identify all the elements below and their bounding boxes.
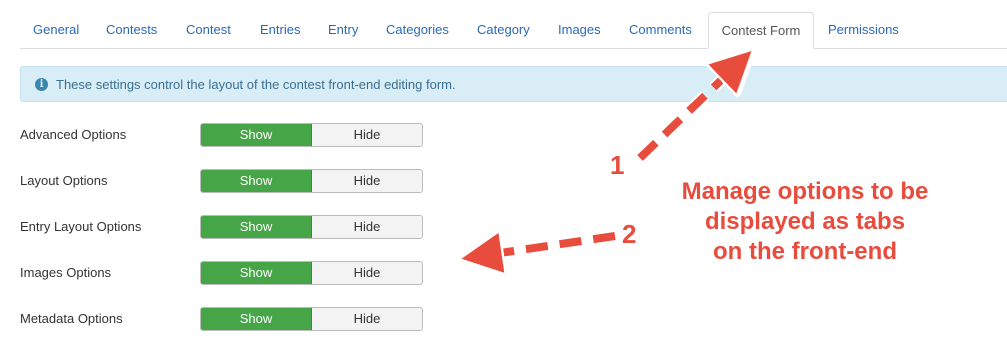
annotation-marker-1: 1 [610, 150, 625, 180]
option-row-images: Images Options Show Hide [20, 261, 440, 285]
tab-entry[interactable]: Entry [328, 12, 358, 48]
tab-contest[interactable]: Contest [186, 12, 231, 48]
callout-line-2: displayed as tabs [704, 208, 906, 235]
hide-button[interactable]: Hide [312, 216, 422, 238]
show-hide-toggle: Show Hide [200, 169, 423, 193]
option-label: Metadata Options [20, 311, 123, 326]
info-icon: i [35, 78, 48, 91]
option-row-advanced: Advanced Options Show Hide [20, 123, 440, 147]
tab-bar: General Contests Contest Entries Entry C… [20, 12, 1007, 49]
alert-text: These settings control the layout of the… [56, 77, 456, 92]
option-label: Images Options [20, 265, 112, 280]
tab-entries[interactable]: Entries [260, 12, 300, 48]
option-label: Entry Layout Options [20, 219, 142, 234]
show-button[interactable]: Show [201, 124, 312, 146]
annotation-marker-2: 2 [622, 219, 637, 249]
tab-images[interactable]: Images [558, 12, 601, 48]
hide-button[interactable]: Hide [312, 262, 422, 284]
hide-button[interactable]: Hide [312, 308, 422, 330]
tab-contests[interactable]: Contests [106, 12, 157, 48]
option-label: Advanced Options [20, 127, 127, 142]
tab-general[interactable]: General [33, 12, 79, 48]
hide-button[interactable]: Hide [312, 124, 422, 146]
option-row-layout: Layout Options Show Hide [20, 169, 440, 193]
tab-comments[interactable]: Comments [629, 12, 692, 48]
tab-permissions[interactable]: Permissions [828, 12, 899, 48]
arrow-to-options-stroke [480, 236, 616, 256]
show-hide-toggle: Show Hide [200, 215, 423, 239]
option-row-entry-layout: Entry Layout Options Show Hide [20, 215, 440, 239]
show-hide-toggle: Show Hide [200, 123, 423, 147]
option-row-metadata: Metadata Options Show Hide [20, 307, 440, 331]
info-alert: i These settings control the layout of t… [20, 66, 1007, 102]
tab-category[interactable]: Category [477, 12, 530, 48]
show-button[interactable]: Show [201, 170, 312, 192]
callout-line-3: on the front-end [713, 238, 897, 265]
callout-line-1: Manage options to be [681, 178, 929, 205]
tab-contest-form[interactable]: Contest Form [708, 12, 814, 49]
show-hide-toggle: Show Hide [200, 307, 423, 331]
show-button[interactable]: Show [201, 308, 312, 330]
arrow-to-options [479, 230, 616, 262]
tab-categories[interactable]: Categories [386, 12, 449, 48]
show-button[interactable]: Show [201, 216, 312, 238]
option-label: Layout Options [20, 173, 108, 188]
annotation-callout: Manage options to be displayed as tabs o… [655, 177, 955, 267]
show-button[interactable]: Show [201, 262, 312, 284]
hide-button[interactable]: Hide [312, 170, 422, 192]
show-hide-toggle: Show Hide [200, 261, 423, 285]
